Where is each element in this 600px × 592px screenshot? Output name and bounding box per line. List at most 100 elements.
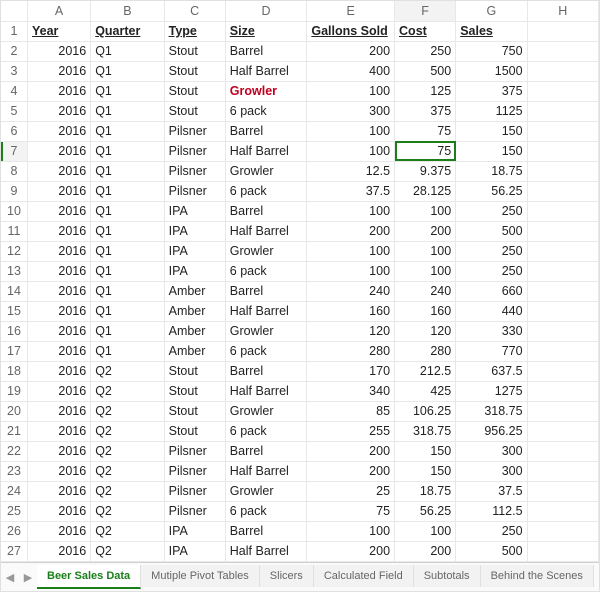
cell[interactable]: 660 [456,281,527,301]
cell[interactable]: 2016 [28,541,91,561]
cell[interactable]: Pilsner [164,481,225,501]
cell[interactable]: 100 [307,201,395,221]
cell[interactable]: 212.5 [395,361,456,381]
row-header[interactable]: 9 [1,181,28,201]
cell[interactable]: 100 [307,261,395,281]
sheet-tab[interactable]: Slicers [260,565,314,587]
cell[interactable]: 1275 [456,381,527,401]
cell[interactable]: Q1 [91,241,164,261]
cell[interactable]: 500 [456,541,527,561]
cell[interactable]: 200 [395,541,456,561]
cell[interactable]: 85 [307,401,395,421]
cell[interactable]: Growler [225,81,307,101]
cell[interactable]: 250 [456,241,527,261]
cell[interactable]: Size [225,21,307,41]
cell[interactable]: 280 [307,341,395,361]
cell[interactable]: Barrel [225,441,307,461]
cell[interactable]: Stout [164,41,225,61]
row-header[interactable]: 6 [1,121,28,141]
cell[interactable] [527,541,598,561]
cell[interactable]: Q2 [91,501,164,521]
cell[interactable]: 300 [307,101,395,121]
cell[interactable]: Barrel [225,521,307,541]
cell[interactable]: Q1 [91,181,164,201]
cell[interactable]: 500 [395,61,456,81]
cell[interactable]: Q1 [91,221,164,241]
cell[interactable]: Growler [225,161,307,181]
cell[interactable]: Half Barrel [225,381,307,401]
cell[interactable]: 100 [395,201,456,221]
cell[interactable]: Q1 [91,81,164,101]
cell[interactable] [527,441,598,461]
cell[interactable]: 2016 [28,61,91,81]
cell[interactable] [527,61,598,81]
cell[interactable]: Amber [164,301,225,321]
cell[interactable] [527,461,598,481]
col-header-A[interactable]: A [28,1,91,21]
cell[interactable]: 75 [307,501,395,521]
cell[interactable]: Stout [164,421,225,441]
cell[interactable]: 6 pack [225,261,307,281]
cell[interactable]: 12.5 [307,161,395,181]
cell[interactable]: 250 [456,521,527,541]
grid-area[interactable]: A B C D E F G H 1YearQuarterTypeSizeGall… [1,1,599,563]
cell[interactable]: 300 [456,441,527,461]
sheet-tab[interactable]: Behind the Scenes [481,565,594,587]
cell[interactable]: 160 [307,301,395,321]
cell[interactable]: Q2 [91,541,164,561]
cell[interactable]: 280 [395,341,456,361]
cell[interactable]: 6 pack [225,181,307,201]
cell[interactable]: 200 [307,221,395,241]
cell[interactable]: Half Barrel [225,61,307,81]
cell[interactable]: 250 [456,201,527,221]
cell[interactable]: 100 [307,121,395,141]
row-header[interactable]: 27 [1,541,28,561]
cell[interactable]: 25 [307,481,395,501]
cell[interactable]: Q2 [91,521,164,541]
cell[interactable]: 2016 [28,161,91,181]
cell[interactable]: 6 pack [225,101,307,121]
cell[interactable]: 100 [307,521,395,541]
cell[interactable]: Q2 [91,381,164,401]
row-header[interactable]: 19 [1,381,28,401]
tab-prev-icon[interactable]: ◀ [1,571,19,584]
cell[interactable]: Amber [164,341,225,361]
cell[interactable]: 956.25 [456,421,527,441]
cell[interactable]: 330 [456,321,527,341]
cell[interactable]: 318.75 [456,401,527,421]
cell[interactable]: 37.5 [456,481,527,501]
cell[interactable]: 100 [395,241,456,261]
cell[interactable] [527,221,598,241]
cell[interactable]: 2016 [28,521,91,541]
cell[interactable]: 200 [307,441,395,461]
cell[interactable]: Half Barrel [225,461,307,481]
cell[interactable]: 250 [395,41,456,61]
cell[interactable] [527,321,598,341]
cell[interactable]: Q1 [91,341,164,361]
cell[interactable]: Type [164,21,225,41]
cell[interactable] [527,181,598,201]
cell[interactable] [527,81,598,101]
cell[interactable]: 2016 [28,281,91,301]
cell[interactable]: 2016 [28,301,91,321]
cell[interactable]: IPA [164,241,225,261]
cell[interactable]: 300 [456,461,527,481]
cell[interactable]: Q1 [91,61,164,81]
cell[interactable]: 2016 [28,461,91,481]
cell[interactable] [527,301,598,321]
cell[interactable]: Growler [225,321,307,341]
cell[interactable] [527,501,598,521]
cell[interactable]: Q1 [91,261,164,281]
cell[interactable]: Growler [225,481,307,501]
cell[interactable]: 2016 [28,261,91,281]
cell[interactable]: 100 [307,241,395,261]
row-header[interactable]: 26 [1,521,28,541]
row-header[interactable]: 18 [1,361,28,381]
cell[interactable]: Growler [225,401,307,421]
cell[interactable]: 2016 [28,441,91,461]
cell[interactable]: Growler [225,241,307,261]
cell[interactable]: Pilsner [164,141,225,161]
cell[interactable]: IPA [164,201,225,221]
cell[interactable]: Stout [164,81,225,101]
col-header-C[interactable]: C [164,1,225,21]
